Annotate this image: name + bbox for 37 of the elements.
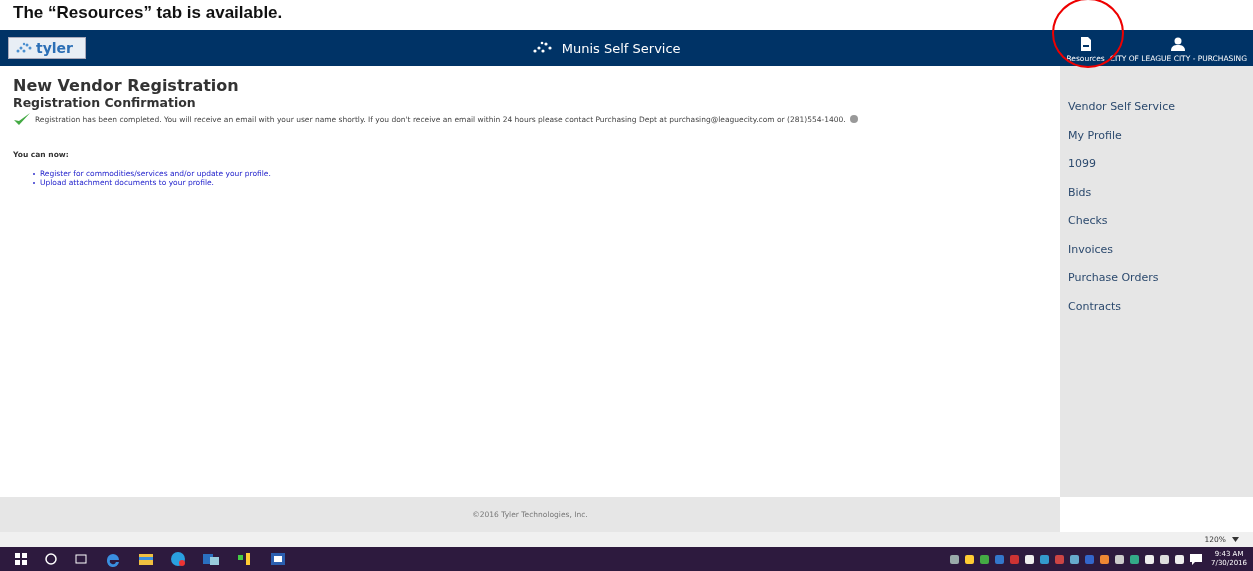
- tray-icon[interactable]: [1129, 553, 1141, 565]
- tray-icon[interactable]: [1144, 553, 1156, 565]
- mail-app-icon[interactable]: [202, 551, 220, 567]
- dots-logo-icon: [15, 41, 33, 55]
- tray-icon[interactable]: [1174, 553, 1186, 565]
- tray-icon[interactable]: [1159, 553, 1171, 565]
- app-title: Munis Self Service: [561, 40, 681, 56]
- tray-icon[interactable]: [1069, 553, 1081, 565]
- page-subtitle: Registration Confirmation: [13, 95, 197, 110]
- sidebar-item[interactable]: Invoices: [1068, 242, 1253, 271]
- caret-icon[interactable]: [1232, 537, 1239, 542]
- sidebar-item[interactable]: Vendor Self Service: [1068, 100, 1253, 129]
- tray-icon[interactable]: [1099, 553, 1111, 565]
- sidebar-item[interactable]: My Profile: [1068, 128, 1253, 157]
- tyler-logo[interactable]: tyler: [8, 37, 86, 59]
- caption-text: The “Resources” tab is available.: [12, 2, 284, 24]
- search-icon[interactable]: [44, 552, 58, 566]
- notification-icon[interactable]: [1189, 553, 1204, 565]
- tray-icon[interactable]: [949, 553, 961, 565]
- sidebar-item[interactable]: Purchase Orders: [1068, 271, 1253, 300]
- user-icon: [1171, 37, 1186, 51]
- sidebar-item[interactable]: Checks: [1068, 214, 1253, 243]
- task-view-icon[interactable]: [74, 552, 88, 566]
- sidebar-item[interactable]: Bids: [1068, 185, 1253, 214]
- close-icon[interactable]: [849, 115, 858, 123]
- windows-start-icon[interactable]: [14, 552, 28, 566]
- tray-icon[interactable]: [1114, 553, 1126, 565]
- word-icon[interactable]: [270, 552, 286, 566]
- page-title: New Vendor Registration: [13, 76, 240, 95]
- tray-icon[interactable]: [1024, 553, 1036, 565]
- document-icon: [1079, 37, 1092, 51]
- folder-icon[interactable]: [138, 552, 154, 566]
- tray-icon[interactable]: [964, 553, 976, 565]
- sidebar-item[interactable]: 1099: [1068, 157, 1253, 186]
- chat-app-icon[interactable]: [170, 551, 186, 567]
- checkmark-icon: [13, 112, 31, 126]
- sidebar-item[interactable]: Contracts: [1068, 299, 1253, 328]
